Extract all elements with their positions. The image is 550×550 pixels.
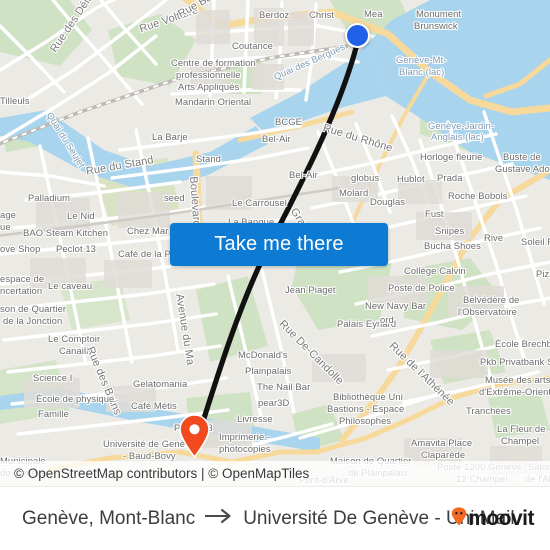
moovit-wordmark: moovit xyxy=(468,506,534,530)
moovit-pin-icon xyxy=(451,506,467,531)
map-attribution-text[interactable]: © OpenStreetMap contributors | © OpenMap… xyxy=(0,466,309,481)
origin-marker[interactable] xyxy=(345,23,370,48)
moovit-map-share-card: Rue des DélicesRue VoltaireRue BautteBer… xyxy=(0,0,550,550)
destination-pin-icon xyxy=(179,414,210,459)
footer-bar: Genève, Mont-Blanc Université De Genève … xyxy=(0,487,550,550)
route-summary: Genève, Mont-Blanc Université De Genève … xyxy=(0,508,515,530)
map-canvas[interactable]: Rue des DélicesRue VoltaireRue BautteBer… xyxy=(0,0,550,487)
destination-marker[interactable] xyxy=(178,414,211,463)
origin-name: Genève, Mont-Blanc xyxy=(22,507,196,529)
moovit-logo[interactable]: moovit xyxy=(451,507,534,531)
map-attribution-bar: © OpenStreetMap contributors | © OpenMap… xyxy=(0,461,550,486)
arrow-right-icon xyxy=(204,508,234,529)
take-me-there-button[interactable]: Take me there xyxy=(170,223,388,266)
